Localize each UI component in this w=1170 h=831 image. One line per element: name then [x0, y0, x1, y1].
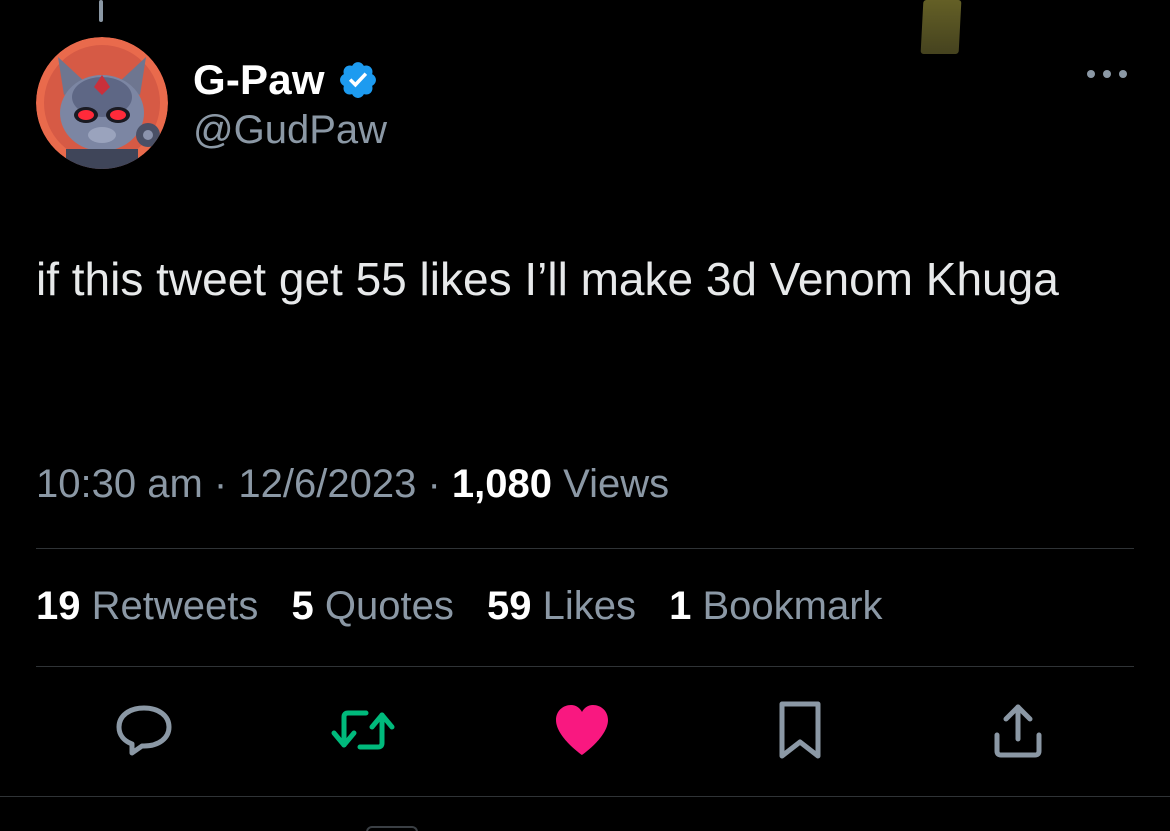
stat-likes[interactable]: 59 Likes — [487, 584, 636, 628]
author-display-name[interactable]: G-Paw — [193, 56, 325, 104]
like-button[interactable] — [550, 700, 614, 764]
tweet-meta: 10:30 am · 12/6/2023 · 1,080 Views — [36, 462, 669, 507]
tweet-date[interactable]: 12/6/2023 — [238, 462, 416, 506]
tweet-time[interactable]: 10:30 am — [36, 462, 203, 506]
divider — [36, 548, 1134, 549]
background-artifact — [920, 0, 962, 54]
engagement-stats: 19 Retweets 5 Quotes 59 Likes 1 Bookmark — [36, 584, 905, 629]
avatar-image — [36, 37, 168, 169]
bookmarks-count: 1 — [669, 584, 692, 628]
share-icon — [989, 701, 1047, 764]
thread-connector-line — [99, 0, 103, 22]
retweets-label: Retweets — [91, 584, 259, 628]
retweets-count: 19 — [36, 584, 81, 628]
likes-count: 59 — [486, 584, 532, 628]
author-handle[interactable]: @GudPaw — [193, 108, 387, 153]
meta-separator: · — [213, 462, 228, 506]
bottom-divider — [0, 796, 1170, 797]
divider — [36, 666, 1134, 667]
like-icon — [552, 703, 612, 762]
quotes-count: 5 — [291, 584, 314, 628]
stat-retweets[interactable]: 19 Retweets — [36, 584, 258, 628]
tweet-text: if this tweet get 55 likes I’ll make 3d … — [36, 253, 1059, 305]
quotes-label: Quotes — [324, 584, 454, 628]
bookmarks-label: Bookmark — [702, 584, 883, 628]
stat-quotes[interactable]: 5 Quotes — [292, 584, 454, 628]
stat-bookmarks[interactable]: 1 Bookmark — [669, 584, 882, 628]
retweet-button[interactable] — [331, 700, 395, 764]
views-label[interactable]: Views — [563, 462, 669, 506]
reply-icon — [113, 702, 175, 763]
avatar[interactable] — [36, 37, 168, 169]
author-name-row[interactable]: G-Paw — [193, 56, 379, 104]
verified-badge-icon — [337, 59, 379, 101]
bookmark-icon — [776, 700, 824, 765]
next-item-edge — [366, 826, 418, 831]
share-button[interactable] — [986, 700, 1050, 764]
likes-label: Likes — [542, 584, 636, 628]
bookmark-button[interactable] — [768, 700, 832, 764]
tweet-detail-screen: G-Paw @GudPaw if this tweet get 55 likes… — [0, 0, 1170, 831]
views-count[interactable]: 1,080 — [452, 462, 552, 506]
more-options-icon[interactable] — [1083, 62, 1131, 86]
retweet-icon — [330, 705, 396, 760]
meta-separator: · — [427, 462, 441, 506]
reply-button[interactable] — [112, 700, 176, 764]
